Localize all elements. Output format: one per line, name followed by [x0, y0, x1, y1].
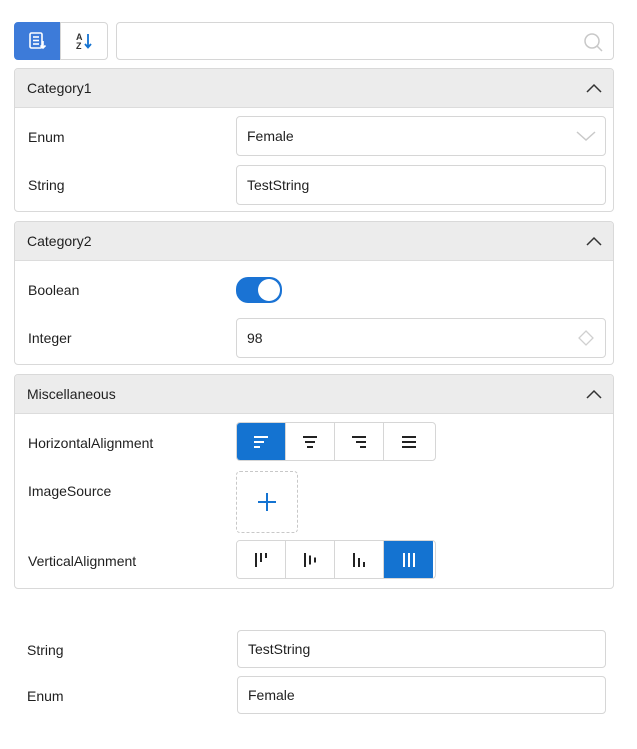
property-label: String	[28, 177, 65, 193]
chevron-up-icon[interactable]	[585, 386, 603, 404]
align-left-button[interactable]	[237, 423, 286, 460]
valign-bottom-button[interactable]	[335, 541, 384, 578]
search-icon	[584, 33, 603, 52]
category-header[interactable]: Category2	[15, 222, 613, 261]
property-label: Boolean	[28, 282, 80, 298]
spin-icon[interactable]	[578, 330, 594, 346]
category-header[interactable]: Category1	[15, 69, 613, 108]
category-panel-3: Miscellaneous HorizontalAlignment ImageS…	[14, 374, 614, 589]
image-source-picker[interactable]	[236, 471, 298, 533]
valign-stretch-button[interactable]	[384, 541, 433, 578]
plus-icon	[258, 493, 276, 511]
align-right-button[interactable]	[335, 423, 384, 460]
valign-stretch-icon	[402, 552, 415, 567]
text-value: Female	[248, 687, 295, 703]
horizontal-alignment-group	[236, 422, 436, 461]
property-label: ImageSource	[28, 483, 112, 499]
property-label: VerticalAlignment	[28, 553, 137, 569]
property-label: Integer	[28, 330, 72, 346]
search-input[interactable]	[116, 22, 614, 60]
category-panel-1: Category1 Enum Female String TestString	[14, 68, 614, 212]
property-label: String	[27, 642, 64, 658]
category-header[interactable]: Miscellaneous	[15, 375, 613, 414]
vertical-alignment-group	[236, 540, 436, 579]
categorize-icon	[28, 32, 46, 50]
property-label: HorizontalAlignment	[28, 435, 154, 451]
align-center-button[interactable]	[286, 423, 335, 460]
enum-text-field-2[interactable]: Female	[237, 676, 606, 714]
category-title: Category2	[27, 233, 92, 249]
align-right-icon	[352, 435, 366, 448]
sort-az-icon: A Z	[76, 32, 92, 51]
valign-top-icon	[255, 552, 267, 567]
valign-bottom-icon	[353, 552, 365, 567]
sort-az-button[interactable]: A Z	[60, 22, 108, 60]
property-label: Enum	[28, 129, 65, 145]
string-text-field[interactable]: TestString	[236, 165, 606, 205]
valign-center-icon	[304, 552, 316, 567]
property-label: Enum	[27, 688, 64, 704]
boolean-toggle[interactable]	[236, 277, 282, 303]
valign-center-button[interactable]	[286, 541, 335, 578]
category-title: Miscellaneous	[27, 386, 116, 402]
chevron-up-icon[interactable]	[585, 80, 603, 98]
enum-dropdown[interactable]: Female	[236, 116, 606, 156]
text-value: TestString	[247, 177, 310, 193]
integer-numeric-field[interactable]: 98	[236, 318, 606, 358]
align-left-icon	[254, 435, 268, 448]
category-panel-2: Category2 Boolean Integer 98	[14, 221, 614, 365]
text-value: TestString	[248, 641, 311, 657]
category-title: Category1	[27, 80, 92, 96]
numeric-value: 98	[247, 330, 263, 346]
chevron-down-icon	[576, 131, 596, 142]
dropdown-value: Female	[247, 128, 294, 144]
chevron-up-icon[interactable]	[585, 233, 603, 251]
svg-text:Z: Z	[76, 41, 82, 51]
valign-top-button[interactable]	[237, 541, 286, 578]
string-text-field-2[interactable]: TestString	[237, 630, 606, 668]
align-stretch-button[interactable]	[384, 423, 433, 460]
align-stretch-icon	[401, 435, 416, 448]
align-center-icon	[303, 435, 317, 448]
categorize-button[interactable]	[14, 22, 61, 60]
toggle-knob	[258, 279, 280, 301]
